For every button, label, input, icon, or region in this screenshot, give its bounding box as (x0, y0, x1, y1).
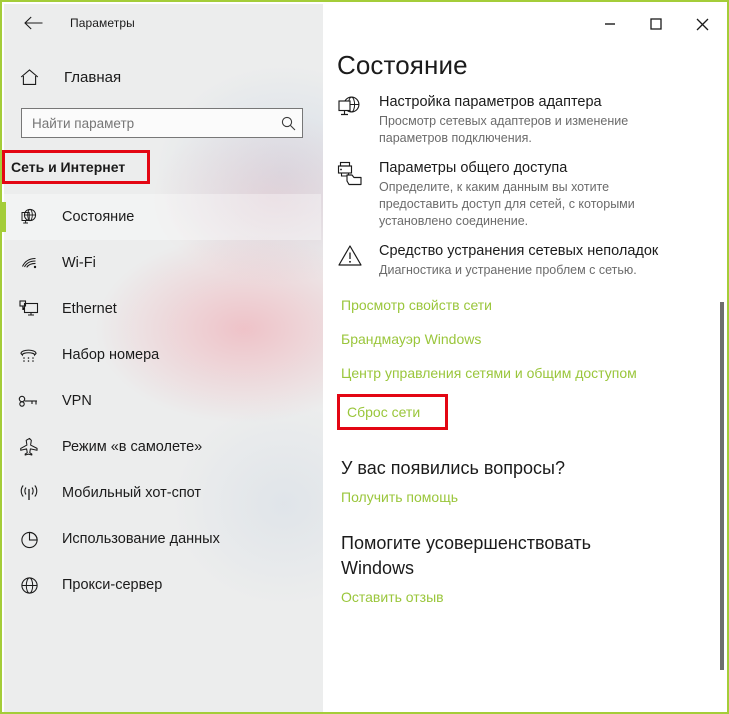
settings-window: Параметры Главная Найти параметр Сеть и … (0, 0, 729, 714)
minimize-icon[interactable] (587, 4, 633, 44)
entry-text: Настройка параметров адаптера Просмотр с… (379, 93, 709, 147)
back-arrow-icon[interactable] (10, 7, 56, 39)
improve-heading: Помогите усовершенствовать Windows (341, 533, 592, 578)
sidebar-item-label: Прокси-сервер (62, 577, 163, 593)
sidebar-item-airplane-mode[interactable]: Режим «в самолете» (2, 424, 321, 470)
ethernet-icon (6, 300, 52, 318)
sidebar-item-label: Набор номера (62, 347, 160, 363)
page-title: Состояние (337, 50, 468, 80)
sidebar-item-home[interactable]: Главная (2, 57, 321, 97)
globe-icon (6, 576, 52, 595)
sidebar-item-dialup[interactable]: Набор номера (2, 332, 321, 378)
setting-entry-sharing-options[interactable]: Параметры общего доступа Определите, к к… (337, 159, 727, 230)
sidebar-item-mobile-hotspot[interactable]: Мобильный хот-спот (2, 470, 321, 516)
sidebar-item-label: Режим «в самолете» (62, 439, 203, 455)
sidebar-item-wifi[interactable]: Wi-Fi (2, 240, 321, 286)
search-icon[interactable] (274, 116, 302, 131)
app-title: Параметры (70, 16, 135, 30)
search-box[interactable] (21, 108, 303, 138)
maximize-icon[interactable] (633, 4, 679, 44)
entry-text: Параметры общего доступа Определите, к к… (379, 159, 709, 230)
pie-chart-icon (6, 530, 52, 549)
airplane-icon (6, 437, 52, 457)
home-label: Главная (64, 68, 122, 86)
setting-entry-adapter-options[interactable]: Настройка параметров адаптера Просмотр с… (337, 93, 727, 147)
scrollbar-thumb[interactable] (720, 302, 724, 670)
sidebar-item-proxy[interactable]: Прокси-сервер (2, 562, 321, 608)
hotspot-icon (6, 484, 52, 502)
selection-indicator (2, 202, 6, 232)
vpn-key-icon (6, 394, 52, 408)
category-highlight-wrapper: Сеть и Интернет (2, 150, 150, 184)
sidebar-item-label: Wi-Fi (62, 255, 96, 271)
sidebar-nav-list: Состояние Wi-Fi Ethernet Набор номера VP… (2, 194, 321, 608)
content-pane: Состояние Настройка параметров адаптера … (323, 4, 727, 712)
dialup-phone-icon (6, 346, 52, 364)
sidebar-item-status[interactable]: Состояние (2, 194, 321, 240)
category-label: Сеть и Интернет (11, 159, 126, 175)
entry-desc: Просмотр сетевых адаптеров и изменение п… (379, 114, 629, 145)
link-give-feedback[interactable]: Оставить отзыв (341, 589, 444, 605)
sidebar-item-vpn[interactable]: VPN (2, 378, 321, 424)
link-get-help[interactable]: Получить помощь (341, 489, 458, 505)
sidebar-item-data-usage[interactable]: Использование данных (2, 516, 321, 562)
wifi-icon (6, 255, 52, 271)
close-icon[interactable] (679, 4, 725, 44)
sharing-printer-folder-icon (337, 159, 379, 230)
entry-text: Средство устранения сетевых неполадок Ди… (379, 242, 678, 279)
entry-desc: Диагностика и устранение проблем с сетью… (379, 263, 637, 277)
entry-title: Параметры общего доступа (379, 160, 568, 176)
window-controls (587, 4, 725, 44)
sidebar-item-label: VPN (62, 393, 92, 409)
home-icon (6, 68, 52, 86)
globe-monitor-icon (337, 93, 379, 147)
sidebar-item-label: Состояние (62, 209, 135, 225)
sidebar-item-ethernet[interactable]: Ethernet (2, 286, 321, 332)
titlebar-left: Параметры (2, 2, 321, 44)
sidebar-item-label: Использование данных (62, 531, 220, 547)
link-windows-firewall[interactable]: Брандмауэр Windows (341, 331, 481, 347)
link-network-properties[interactable]: Просмотр свойств сети (341, 297, 492, 313)
link-network-reset[interactable]: Сброс сети (347, 404, 420, 420)
link-network-sharing-center[interactable]: Центр управления сетями и общим доступом (341, 365, 637, 381)
entry-desc: Определите, к каким данным вы хотите пре… (379, 180, 635, 228)
entry-title: Настройка параметров адаптера (379, 94, 602, 110)
search-input[interactable] (22, 115, 274, 131)
reset-network-highlight-box: Сброс сети (337, 394, 448, 430)
sidebar-item-label: Ethernet (62, 301, 117, 317)
scrollbar-track[interactable] (719, 4, 727, 712)
globe-monitor-icon (6, 208, 52, 227)
sidebar-item-label: Мобильный хот-спот (62, 485, 202, 501)
warning-triangle-icon (337, 242, 379, 279)
questions-heading: У вас появились вопросы? (341, 458, 565, 478)
content-inner: Состояние Настройка параметров адаптера … (323, 4, 727, 605)
setting-entry-troubleshooter[interactable]: Средство устранения сетевых неполадок Ди… (337, 242, 727, 279)
entry-title: Средство устранения сетевых неполадок (379, 243, 659, 259)
category-highlight-box: Сеть и Интернет (2, 150, 150, 184)
